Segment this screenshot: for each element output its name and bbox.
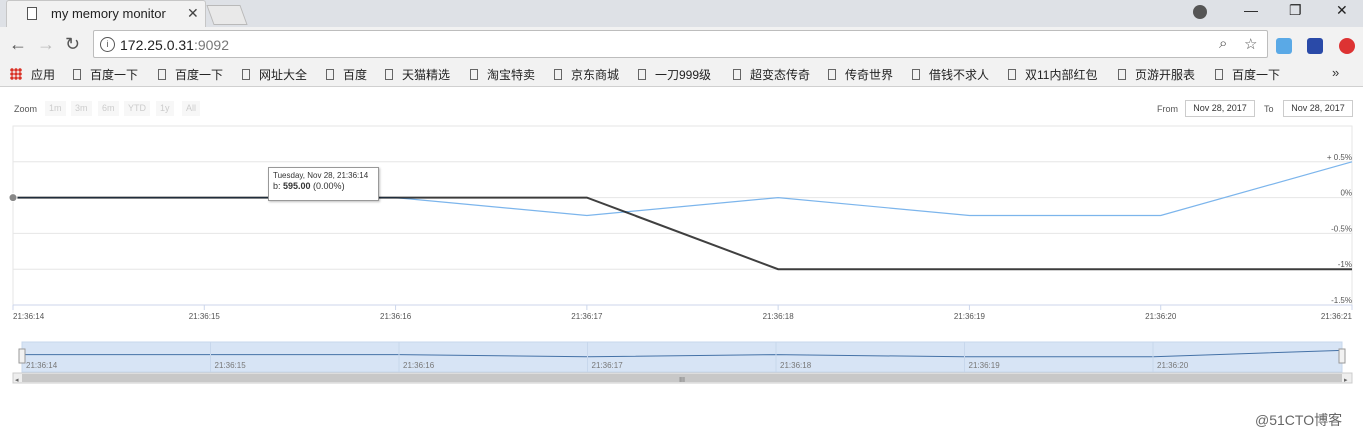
page-icon xyxy=(1008,69,1016,80)
bookmark-item[interactable]: 淘宝特卖 xyxy=(470,66,535,83)
x-tick-label: 21:36:20 xyxy=(1145,312,1177,321)
page-icon xyxy=(27,7,37,20)
bookmark-item[interactable]: 借钱不求人 xyxy=(912,66,989,83)
navigator-label: 21:36:16 xyxy=(403,361,435,370)
apps-icon xyxy=(10,68,22,80)
scrollbar-grip-icon: III xyxy=(679,377,685,384)
bookmark-item[interactable]: 百度 xyxy=(326,66,367,83)
tooltip-value-row: b: 595.00 (0.00%) xyxy=(273,181,345,191)
bookmarks-bar: 应用 百度一下 百度一下 网址大全 百度 天猫精选 淘宝特卖 京东商城 一刀99… xyxy=(0,62,1363,87)
page-icon xyxy=(912,69,920,80)
bookmark-item[interactable]: 页游开服表 xyxy=(1118,66,1195,83)
new-tab-button[interactable] xyxy=(206,5,248,25)
x-tick-label: 21:36:18 xyxy=(763,312,795,321)
bookmark-item[interactable]: 网址大全 xyxy=(242,66,307,83)
page-icon xyxy=(828,69,836,80)
title-bar: my memory monitor ✕ — ❐ ✕ xyxy=(0,0,1363,27)
zoom-search-icon[interactable]: ⌕ xyxy=(1219,35,1227,52)
x-tick-label: 21:36:17 xyxy=(571,312,603,321)
navigator-label: 21:36:20 xyxy=(1157,361,1189,370)
page-icon xyxy=(326,69,334,80)
stock-chart[interactable]: + 0.5% 0% -0.5% -1% -1.5% 21:36:14 21:36:15 21:… xyxy=(0,120,1363,420)
page-icon xyxy=(554,69,562,80)
to-date-input[interactable]: Nov 28, 2017 xyxy=(1283,100,1353,117)
bookmark-item[interactable]: 一刀999级 xyxy=(638,66,711,83)
zoom-6m-button[interactable]: 6m xyxy=(98,101,119,116)
bookmark-item[interactable]: 天猫精选 xyxy=(385,66,450,83)
zoom-1m-button[interactable]: 1m xyxy=(45,101,66,116)
scroll-left-icon[interactable]: ◂ xyxy=(15,377,19,384)
page-icon xyxy=(1118,69,1126,80)
page-icon xyxy=(73,69,81,80)
zoom-label: Zoom xyxy=(14,104,38,114)
zoom-ytd-button[interactable]: YTD xyxy=(124,101,150,116)
page-icon xyxy=(242,69,250,80)
zoom-all-button[interactable]: All xyxy=(182,101,201,116)
bookmark-item[interactable]: 百度一下 xyxy=(73,66,138,83)
from-label: From xyxy=(1157,104,1178,114)
navigator-label: 21:36:14 xyxy=(26,361,58,370)
navigator-label: 21:36:18 xyxy=(780,361,812,370)
x-tick-label: 21:36:14 xyxy=(13,312,45,321)
account-icon[interactable] xyxy=(1193,5,1207,19)
close-window-icon[interactable]: ✕ xyxy=(1336,2,1348,19)
address-bar[interactable]: i 172.25.0.31:9092 ⌕ ☆ xyxy=(93,30,1268,58)
y-tick-label: -1.5% xyxy=(1331,296,1352,305)
extension-icon-2[interactable] xyxy=(1307,38,1323,54)
bookmark-item[interactable]: 超变态传奇 xyxy=(733,66,810,83)
y-tick-label: -1% xyxy=(1338,260,1352,269)
from-date-input[interactable]: Nov 28, 2017 xyxy=(1185,100,1255,117)
page-icon xyxy=(638,69,646,80)
bookmark-item[interactable]: 双11内部红包 xyxy=(1008,66,1097,83)
bookmark-item[interactable]: 京东商城 xyxy=(554,66,619,83)
extension-icon-1[interactable] xyxy=(1276,38,1292,54)
navigator-label: 21:36:17 xyxy=(592,361,624,370)
browser-tab[interactable]: my memory monitor ✕ xyxy=(6,0,206,27)
y-tick-label: + 0.5% xyxy=(1327,153,1352,162)
navigator-handle[interactable] xyxy=(18,348,26,364)
x-tick-label: 21:36:15 xyxy=(189,312,221,321)
reload-icon[interactable]: ↻ xyxy=(65,35,80,53)
hover-marker xyxy=(8,193,18,203)
tooltip-value: 595.00 xyxy=(283,181,311,191)
page-icon xyxy=(385,69,393,80)
x-tick-label: 21:36:19 xyxy=(954,312,986,321)
y-tick-label: -0.5% xyxy=(1331,224,1352,233)
watermark: @51CTO博客 xyxy=(1255,412,1343,428)
tooltip: Tuesday, Nov 28, 21:36:14 b: 595.00 (0.0… xyxy=(268,167,379,201)
bookmark-item[interactable]: 百度一下 xyxy=(158,66,223,83)
minimize-icon[interactable]: — xyxy=(1244,2,1258,18)
page-icon xyxy=(1215,69,1223,80)
bookmark-star-icon[interactable]: ☆ xyxy=(1244,35,1257,53)
to-label: To xyxy=(1264,104,1274,114)
forward-icon[interactable]: → xyxy=(37,35,55,53)
x-tick-label: 21:36:21 xyxy=(1321,312,1353,321)
bookmark-apps[interactable]: 应用 xyxy=(10,66,55,83)
page-icon xyxy=(733,69,741,80)
zoom-3m-button[interactable]: 3m xyxy=(71,101,92,116)
bookmark-item[interactable]: 百度一下 xyxy=(1215,66,1280,83)
scroll-right-icon[interactable]: ▸ xyxy=(1344,377,1348,384)
tooltip-date: Tuesday, Nov 28, 21:36:14 xyxy=(273,171,369,180)
bookmark-item[interactable]: 传奇世界 xyxy=(828,66,893,83)
tab-title: my memory monitor xyxy=(51,6,166,21)
close-tab-icon[interactable]: ✕ xyxy=(187,5,199,22)
url-text: 172.25.0.31:9092 xyxy=(120,37,230,53)
page-icon xyxy=(158,69,166,80)
y-tick-label: 0% xyxy=(1340,189,1352,198)
info-icon[interactable]: i xyxy=(100,37,115,52)
navigator-label: 21:36:19 xyxy=(969,361,1001,370)
back-icon[interactable]: ← xyxy=(9,35,27,53)
navigator-label: 21:36:15 xyxy=(215,361,247,370)
toolbar: ← → ↻ i 172.25.0.31:9092 ⌕ ☆ xyxy=(0,27,1363,62)
x-tick-label: 21:36:16 xyxy=(380,312,412,321)
restore-icon[interactable]: ❐ xyxy=(1289,2,1302,19)
navigator-handle[interactable] xyxy=(1338,348,1346,364)
extension-icon-3[interactable] xyxy=(1339,38,1355,54)
page-icon xyxy=(470,69,478,80)
zoom-1y-button[interactable]: 1y xyxy=(156,101,174,116)
series-line xyxy=(13,161,1353,217)
more-bookmarks-icon[interactable]: » xyxy=(1332,65,1339,80)
